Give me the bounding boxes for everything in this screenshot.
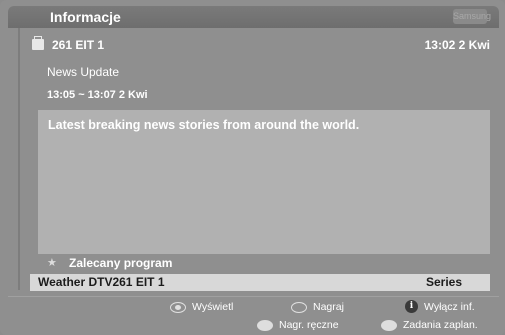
program-time: 13:05 ~ 13:07 2 Kwi (47, 89, 148, 101)
info-icon: i (405, 300, 418, 313)
program-description-box: Latest breaking news stories from around… (38, 110, 490, 254)
recommended-item[interactable]: Weather DTV261 EIT 1 Series (30, 274, 490, 291)
footer-help-bar: Wyświetl Nagraj i Wyłącz inf. Nagr. ręcz… (0, 297, 505, 335)
brand-logo: Samsung (453, 9, 491, 24)
tv-icon (32, 36, 44, 50)
record-button[interactable]: Nagraj (291, 301, 344, 313)
program-title: News Update (47, 65, 120, 79)
manual-record-button[interactable]: Nagr. ręczne (257, 319, 339, 331)
color-button-icon (257, 319, 273, 331)
title-bar: Informacje Samsung (8, 6, 499, 28)
panel-title: Informacje (50, 9, 121, 25)
channel-name: 261 EIT 1 (52, 38, 105, 52)
color-button-icon (381, 319, 397, 331)
scheduled-tasks-label: Zadania zaplan. (403, 319, 478, 331)
left-rail (18, 28, 20, 290)
view-label: Wyświetl (192, 301, 234, 313)
recommended-item-type: Series (426, 275, 463, 289)
record-button-icon (291, 301, 307, 313)
recommended-item-name: Weather DTV261 EIT 1 (38, 275, 165, 289)
manual-record-label: Nagr. ręczne (279, 319, 339, 331)
record-label: Nagraj (313, 301, 344, 313)
info-panel: Informacje Samsung 261 EIT 1 13:02 2 Kwi… (0, 0, 505, 335)
program-description: Latest breaking news stories from around… (48, 118, 360, 132)
exit-info-label: Wyłącz inf. (424, 300, 475, 313)
channel-row: 261 EIT 1 13:02 2 Kwi (30, 36, 490, 56)
current-datetime: 13:02 2 Kwi (424, 38, 490, 52)
scheduled-tasks-button[interactable]: Zadania zaplan. (381, 319, 478, 331)
view-button[interactable]: Wyświetl (170, 301, 233, 313)
star-icon: ★ (47, 257, 57, 269)
recommended-label: Zalecany program (69, 256, 173, 270)
enter-button-icon (170, 301, 186, 313)
exit-info-button[interactable]: i Wyłącz inf. (405, 300, 475, 313)
